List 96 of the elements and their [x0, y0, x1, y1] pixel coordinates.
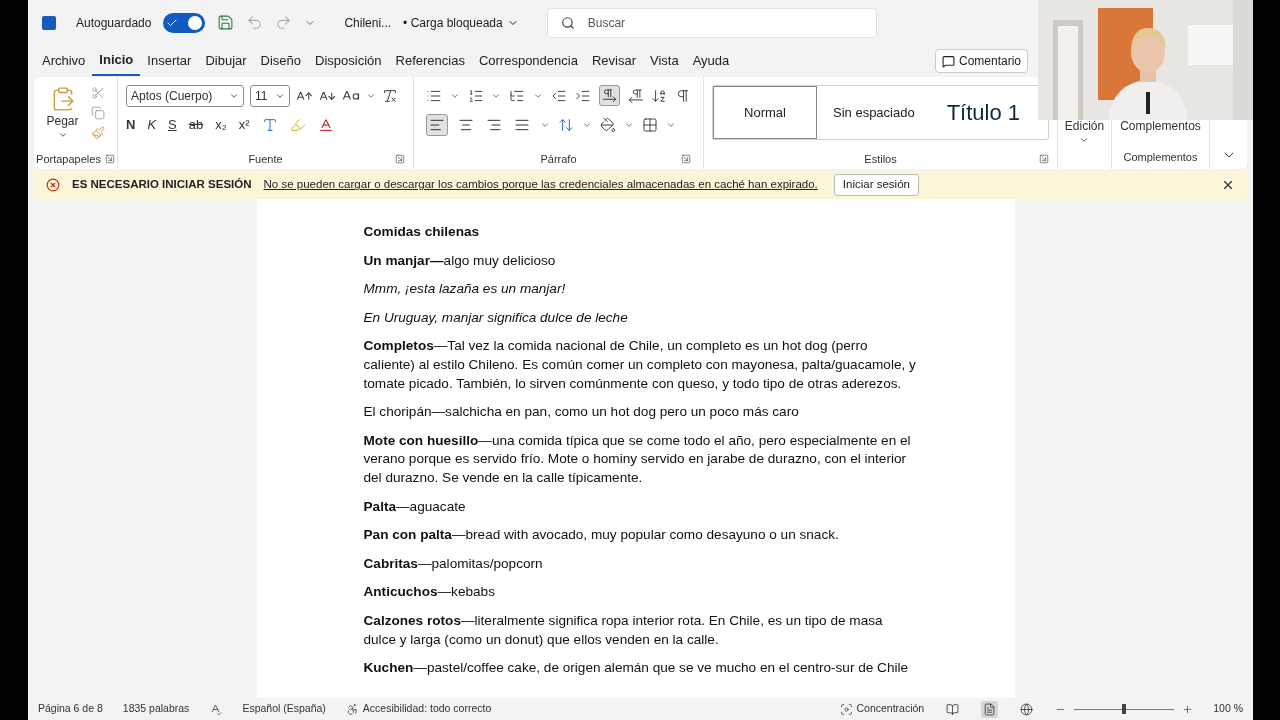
sign-in-button[interactable]: Iniciar sesión — [833, 174, 919, 196]
caret-icon[interactable] — [624, 120, 634, 130]
view-mode-icon[interactable] — [1018, 700, 1036, 718]
format-button[interactable]: x₂ — [215, 115, 227, 135]
caret-icon[interactable] — [366, 91, 376, 101]
borders-icon[interactable] — [642, 117, 658, 133]
app-logo-icon — [42, 15, 56, 30]
caret-icon — [1079, 135, 1090, 145]
focus-icon[interactable] — [839, 702, 853, 716]
ribbon-tab[interactable]: Correspondencia — [471, 46, 585, 76]
dialog-launcher-icon[interactable] — [681, 154, 691, 164]
ltr-pilcrow-icon[interactable] — [598, 85, 620, 106]
format-button[interactable]: ab — [188, 115, 204, 135]
toggle-knob-icon — [188, 15, 203, 30]
message-link[interactable]: No se pueden cargar o descargar los cambios porque las credenciales almacenadas en caché han expirado. — [263, 176, 818, 194]
autosave-toggle[interactable] — [163, 12, 206, 33]
document-status-button[interactable]: • Carga bloqueada — [403, 13, 519, 32]
rtl-pilcrow-icon[interactable] — [627, 87, 644, 104]
ribbon-tab[interactable]: Disposición — [308, 46, 389, 76]
document-title: Chileni... — [344, 14, 392, 32]
clear-formatting-icon[interactable] — [382, 88, 398, 104]
accessibility-icon[interactable] — [345, 702, 359, 716]
ribbon-tab[interactable]: Archivo — [35, 46, 93, 76]
sort-icon[interactable] — [651, 87, 668, 104]
proofing-icon[interactable] — [209, 702, 223, 716]
align-icon[interactable] — [426, 114, 448, 136]
language-label[interactable]: Español (España) — [242, 701, 326, 717]
format-button[interactable]: N — [126, 115, 136, 135]
dialog-launcher-icon[interactable] — [104, 154, 115, 164]
comment-icon — [941, 54, 955, 68]
format-button[interactable]: x² — [238, 115, 250, 135]
group-label: Fuente — [248, 151, 283, 167]
error-icon — [46, 178, 60, 192]
ribbon-tab[interactable]: Insertar — [140, 46, 199, 76]
font-name-field[interactable]: Aptos (Cuerpo) — [126, 85, 244, 107]
font-size-field[interactable]: 11 — [250, 85, 290, 107]
ribbon-tab[interactable]: Revisar — [584, 46, 643, 76]
document-paragraph: Kuchen—pastel/coffee cake, de origen alemán que se ve mucho en el centro-sur de Chile — [363, 659, 910, 678]
document-paragraph: El choripán—salchicha en pan, como un hot dog pero un poco más caro — [363, 403, 800, 422]
close-icon[interactable] — [1221, 178, 1235, 192]
ribbon-tab[interactable]: Vista — [643, 46, 686, 76]
format-button[interactable]: K — [147, 115, 157, 135]
caret-icon[interactable] — [666, 120, 676, 130]
text-effects-icon[interactable] — [261, 116, 278, 133]
dialog-launcher-icon[interactable] — [1039, 154, 1049, 164]
zoom-in-icon[interactable] — [1182, 703, 1194, 715]
document-paragraph: Completos—Tal vez la comida nacional de Chile, un completo es un hot dog (perro caliente) al estilo Chileno. Es común comer un completo con mayonesa, palta/guacamole, y tomate picado. También, lo sirven comúnmente con queso, y todo tipo de otras aderezos. — [363, 337, 917, 393]
editing-button[interactable]: Edición — [1064, 117, 1105, 145]
dialog-launcher-icon[interactable] — [395, 154, 405, 164]
save-icon[interactable] — [217, 14, 235, 31]
ribbon-tab[interactable]: Ayuda — [685, 46, 737, 76]
document-paragraph: Mote con huesillo—una comida típica que se come todo el año, pero especialmente en el verano porque es servido frío. Mote o hominy servido en jarabe de durazno, con el interior del durazno. Se vende en la calle típicamente. — [363, 431, 912, 487]
search-icon — [560, 15, 575, 30]
ribbon-tab[interactable]: Referencias — [388, 46, 472, 76]
style-option[interactable]: Título 1 — [930, 86, 1037, 139]
document-paragraph: Calzones rotos—literalmente significa ropa interior rota. En Chile, es un tipo de masa dulce y larga (como un donut) que ellos venden en la calle. — [363, 611, 884, 649]
format-button[interactable]: S — [168, 115, 177, 135]
document-paragraph: Pan con palta—bread with avocado, muy popular como desayuno o un snack. — [363, 526, 840, 545]
caret-icon — [275, 91, 285, 101]
search-field[interactable]: Buscar — [546, 7, 877, 38]
document-paragraph: Palta—aguacate — [363, 497, 467, 516]
addins-button[interactable]: Complementos — [1120, 117, 1201, 135]
message-title: ES NECESARIO INICIAR SESIÓN — [72, 177, 252, 193]
line-spacing-icon[interactable] — [558, 117, 574, 133]
document-paragraph: En Uruguay, manjar significa dulce de leche — [363, 308, 629, 327]
group-label: Portapapeles — [36, 151, 101, 167]
document-paragraph: Cabritas—palomitas/popcorn — [363, 554, 544, 573]
show-marks-icon[interactable] — [675, 87, 691, 104]
caret-icon[interactable] — [540, 120, 550, 130]
word-count[interactable]: 1835 palabras — [122, 701, 190, 717]
shading-icon[interactable] — [600, 117, 616, 133]
paste-button[interactable]: Pegar — [46, 86, 79, 140]
document-paragraph: Un manjar—algo muy delicioso — [363, 251, 557, 270]
group-label: Párrafo — [540, 151, 577, 167]
ribbon-tab[interactable]: Diseño — [253, 46, 309, 76]
caret-icon[interactable] — [582, 120, 592, 130]
zoom-percent[interactable]: 100 % — [1213, 701, 1243, 717]
style-option[interactable]: Normal — [713, 86, 817, 139]
zoom-thumb[interactable] — [1122, 704, 1127, 714]
style-option[interactable]: Sin espaciado — [817, 86, 931, 139]
group-label: Complementos — [1123, 150, 1198, 165]
accessibility-status[interactable]: Accesibilidad: todo correcto — [362, 701, 492, 717]
caret-icon — [229, 91, 239, 101]
autosave-label: Autoguardado — [76, 14, 152, 32]
group-label: Estilos — [864, 151, 897, 167]
document-paragraph: Mmm, ¡esta lazaña es un manjar! — [363, 280, 567, 299]
numbering-icon[interactable] — [467, 87, 484, 104]
document-paragraph: Comidas chilenas — [363, 223, 481, 241]
caret-icon — [57, 130, 68, 140]
view-mode-icon[interactable] — [981, 700, 999, 718]
focus-mode-button[interactable]: Concentración — [856, 701, 925, 717]
page-count[interactable]: Página 6 de 8 — [38, 701, 103, 717]
font-color-icon[interactable] — [317, 116, 334, 133]
ribbon-tab[interactable]: Dibujar — [198, 46, 254, 76]
document-paragraph: Anticuchos—kebabs — [363, 583, 496, 602]
comments-button[interactable]: Comentario — [934, 49, 1028, 73]
